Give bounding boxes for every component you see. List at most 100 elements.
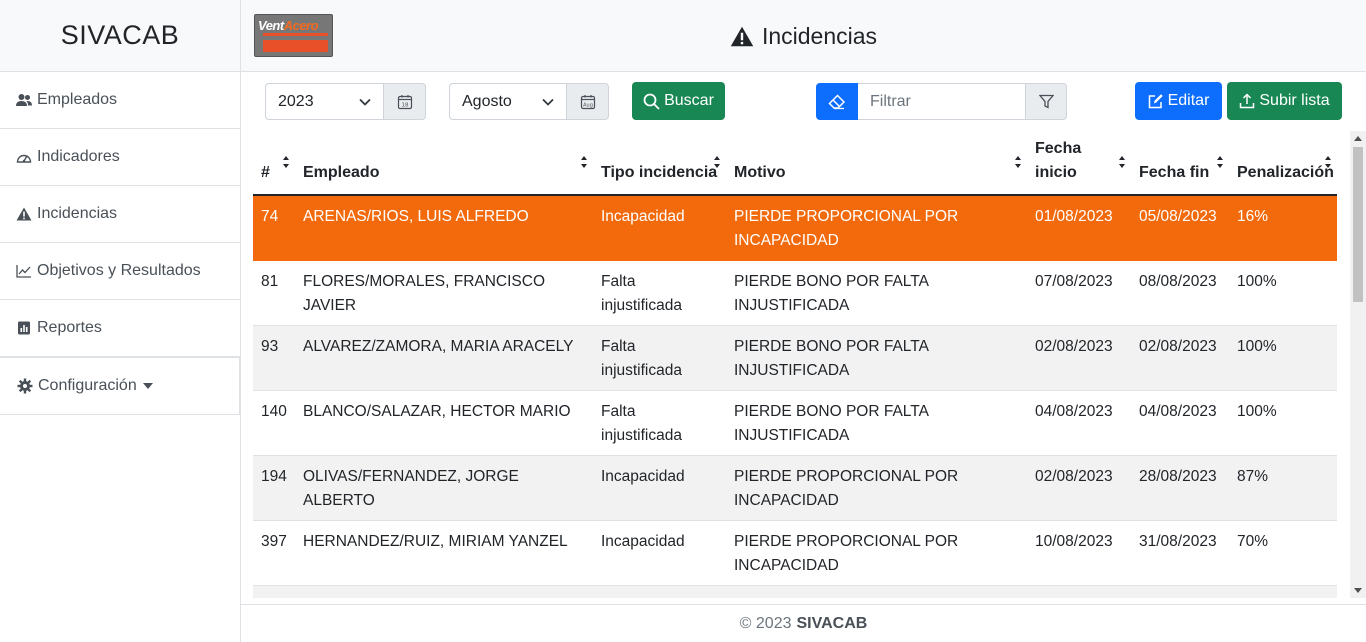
funnel-icon	[1038, 94, 1054, 109]
gauge-icon	[16, 149, 32, 165]
search-icon	[643, 93, 660, 110]
sort-icon	[1217, 156, 1223, 168]
sidebar-item-configuracion[interactable]: Configuración	[0, 357, 240, 415]
table-row[interactable]: 397 HERNANDEZ/RUIZ, MIRIAM YANZEL Incapa…	[253, 520, 1337, 586]
cell-tipo: Incapacidad	[593, 520, 726, 586]
sidebar-item-indicadores[interactable]: Indicadores	[0, 129, 240, 186]
cell-motivo: PIERDE PROPORCIONAL POR INCAPACIDAD	[726, 455, 1027, 521]
cell-empleado: HERNANDEZ/RUIZ, MIRIAM YANZEL	[295, 520, 593, 586]
month-calendar-button[interactable]: Aug	[567, 83, 609, 120]
scroll-up-arrow-icon[interactable]	[1354, 136, 1362, 141]
upload-list-button[interactable]: Subir lista	[1227, 82, 1342, 120]
sidebar-item-label: Objetivos y Resultados	[37, 262, 201, 279]
column-header-tipo[interactable]: Tipo incidencia	[593, 131, 726, 196]
sidebar-item-incidencias[interactable]: Incidencias	[0, 186, 240, 243]
cell-fecha-fin: 04/08/2023	[1131, 390, 1229, 456]
warning-icon	[16, 206, 32, 222]
scrollbar-thumb[interactable]	[1353, 147, 1363, 302]
incidencias-table: # Empleado Tipo incidencia Motivo Fecha …	[253, 131, 1337, 598]
caret-down-icon	[142, 383, 153, 389]
cell-tipo: Falta injustificada	[593, 325, 726, 391]
eraser-icon	[828, 93, 846, 109]
sidebar-item-label: Empleados	[37, 91, 118, 108]
calendar-icon: Aug	[580, 94, 595, 109]
cell-tipo: Incapacidad	[593, 455, 726, 521]
sidebar: SIVACAB Empleados Indicadores Incidencia…	[0, 0, 241, 642]
edit-button[interactable]: Editar	[1135, 82, 1222, 120]
table-scrollbar[interactable]	[1350, 131, 1366, 598]
column-header-fecha-inicio[interactable]: Fecha inicio	[1027, 131, 1131, 196]
cell-empleado: ALVAREZ/ZAMORA, MARIA ARACELY	[295, 325, 593, 391]
gear-icon	[17, 378, 33, 394]
cell-empleado: ARENAS/RIOS, LUIS ALFREDO	[295, 195, 593, 261]
cell-motivo: PIERDE PROPORCIONAL POR INCAPACIDAD	[726, 195, 1027, 261]
sidebar-item-reportes[interactable]: Reportes	[0, 300, 240, 357]
clear-filter-button[interactable]	[816, 83, 858, 120]
scroll-down-arrow-icon[interactable]	[1354, 588, 1362, 593]
table-row[interactable]: 140 BLANCO/SALAZAR, HECTOR MARIO Falta i…	[253, 390, 1337, 456]
sidebar-item-label: Indicadores	[37, 148, 120, 165]
cell-penalizacion: 100%	[1229, 260, 1337, 326]
table-row[interactable]: 194 OLIVAS/FERNANDEZ, JORGE ALBERTO Inca…	[253, 455, 1337, 521]
filter-placeholder: Filtrar	[870, 92, 911, 110]
cell-tipo: Incapacidad	[593, 195, 726, 261]
sidebar-item-empleados[interactable]: Empleados	[0, 72, 240, 129]
sort-icon	[581, 156, 587, 168]
cell-fecha-inicio: 10/08/2023	[1027, 520, 1131, 586]
cell-num: 93	[253, 325, 295, 391]
sort-icon	[283, 156, 289, 168]
column-header-fecha-fin[interactable]: Fecha fin	[1131, 131, 1229, 196]
column-header-penalizacion[interactable]: Penalización	[1229, 131, 1337, 196]
column-header-empleado[interactable]: Empleado	[295, 131, 593, 196]
year-value: 2023	[278, 92, 314, 110]
filter-button[interactable]	[1025, 83, 1067, 120]
table-row[interactable]: 81 FLORES/MORALES, FRANCISCO JAVIER Falt…	[253, 260, 1337, 326]
report-icon	[16, 320, 32, 336]
cell-fecha-fin: 05/08/2023	[1131, 195, 1229, 261]
cell-empleado: FLORES/MORALES, FRANCISCO JAVIER	[295, 260, 593, 326]
cell-empleado: BLANCO/SALAZAR, HECTOR MARIO	[295, 390, 593, 456]
year-calendar-button[interactable]: 18	[384, 83, 426, 120]
cell-fecha-inicio: 02/08/2023	[1027, 455, 1131, 521]
sort-icon	[1119, 156, 1125, 168]
column-header-num[interactable]: #	[253, 131, 295, 196]
edit-button-label: Editar	[1167, 92, 1210, 109]
chevron-down-icon	[542, 98, 554, 106]
cell-num: 74	[253, 195, 295, 261]
brand-title[interactable]: SIVACAB	[0, 0, 240, 72]
calendar-icon: 18	[397, 94, 412, 109]
column-header-motivo[interactable]: Motivo	[726, 131, 1027, 196]
incidencias-table-container: # Empleado Tipo incidencia Motivo Fecha …	[253, 131, 1350, 598]
search-button[interactable]: Buscar	[632, 82, 725, 120]
sidebar-item-objetivos[interactable]: Objetivos y Resultados	[0, 243, 240, 300]
svg-text:18: 18	[401, 102, 408, 108]
table-row[interactable]: 74 ARENAS/RIOS, LUIS ALFREDO Incapacidad…	[253, 195, 1337, 261]
month-select[interactable]: Agosto	[449, 83, 567, 120]
cell-motivo: PIERDE PROPORCIONAL POR INCAPACIDAD	[726, 520, 1027, 586]
upload-button-label: Subir lista	[1259, 92, 1330, 109]
table-row[interactable]: 93 ALVAREZ/ZAMORA, MARIA ARACELY Falta i…	[253, 325, 1337, 391]
cell-tipo: Falta injustificada	[593, 390, 726, 456]
cell-fecha-inicio: 02/08/2023	[1027, 325, 1131, 391]
edit-icon	[1148, 94, 1163, 109]
search-button-label: Buscar	[664, 92, 714, 109]
top-header: VentAcero Incidencias	[241, 0, 1366, 72]
sidebar-item-label: Configuración	[38, 377, 137, 394]
sort-icon	[1015, 156, 1021, 168]
cell-motivo: PIERDE BONO POR FALTA INJUSTIFICADA	[726, 390, 1027, 456]
table-row[interactable]	[253, 585, 1337, 598]
cell-penalizacion: 70%	[1229, 520, 1337, 586]
cell-penalizacion: 100%	[1229, 390, 1337, 456]
year-select[interactable]: 2023	[265, 83, 384, 120]
table-header-row: # Empleado Tipo incidencia Motivo Fecha …	[253, 131, 1337, 196]
filter-input[interactable]: Filtrar	[858, 83, 1025, 120]
cell-penalizacion: 87%	[1229, 455, 1337, 521]
sidebar-item-label: Reportes	[37, 319, 102, 336]
cell-empleado: OLIVAS/FERNANDEZ, JORGE ALBERTO	[295, 455, 593, 521]
users-icon	[16, 92, 32, 108]
sidebar-item-label: Incidencias	[37, 205, 118, 222]
cell-fecha-inicio: 04/08/2023	[1027, 390, 1131, 456]
year-picker: 2023 18	[265, 83, 426, 120]
upload-icon	[1240, 93, 1255, 109]
month-picker: Agosto Aug	[449, 83, 609, 120]
